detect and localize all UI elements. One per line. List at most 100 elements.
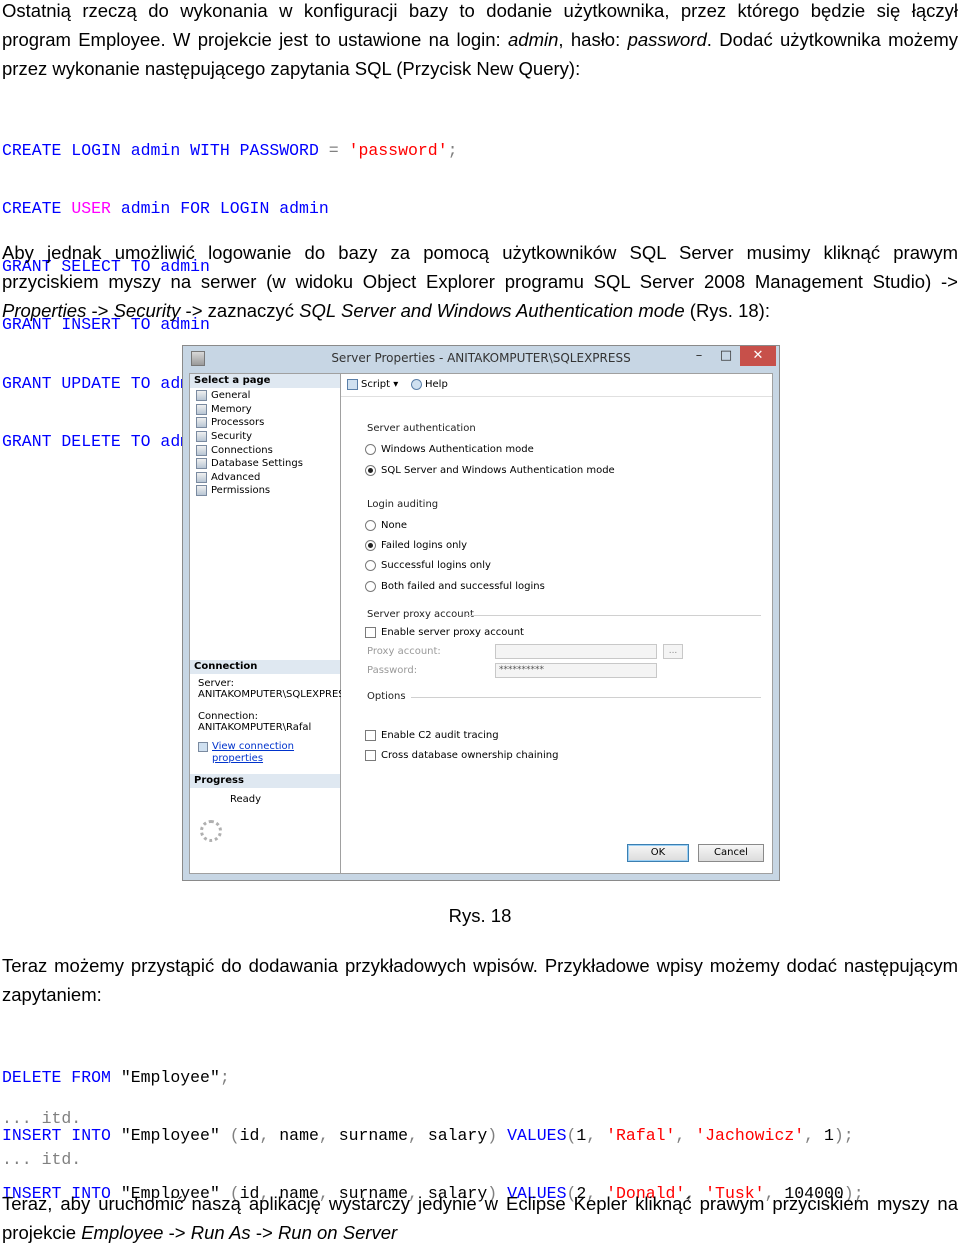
radio-button-selected: [365, 465, 376, 476]
page-advanced[interactable]: Advanced: [196, 471, 260, 484]
code-line: CREATE LOGIN admin WITH PASSWORD = 'pass…: [2, 140, 458, 160]
intro-text: program Employee. W projekcie jest to us…: [2, 29, 509, 50]
intro-paragraph: Ostatnią rzeczą do wykonania w konfigura…: [2, 0, 958, 83]
proxy-account-label: Proxy account:: [367, 646, 441, 657]
option-label: Successful logins only: [381, 560, 491, 571]
connection-header: Connection: [190, 660, 340, 674]
ok-button[interactable]: OK: [627, 844, 689, 862]
option-label: Cross database ownership chaining: [381, 750, 559, 761]
code-line: DELETE FROM "Employee";: [2, 1067, 230, 1087]
arrow-text: ->: [163, 1222, 191, 1243]
help-button[interactable]: Help: [411, 378, 448, 392]
mixed-auth-radio[interactable]: SQL Server and Windows Authentication mo…: [365, 464, 615, 477]
script-icon: [347, 379, 358, 390]
page-icon: [196, 485, 207, 496]
server-properties-dialog: Server Properties - ANITAKOMPUTER\SQLEXP…: [182, 345, 780, 881]
intro-text: , hasło:: [558, 29, 628, 50]
intro-text: . Dodać użytkownika możemy: [706, 29, 958, 50]
browse-button[interactable]: ...: [663, 644, 683, 659]
option-label: None: [381, 520, 408, 531]
audit-failed-radio[interactable]: Failed logins only: [365, 539, 467, 552]
page-icon: [196, 431, 207, 442]
left-pane: Select a page General Memory Processors …: [190, 374, 345, 873]
close-icon[interactable]: ✕: [740, 346, 776, 366]
proxy-group-label: Server proxy account: [367, 609, 474, 620]
connection-value: ANITAKOMPUTER\Rafal: [198, 722, 312, 733]
audit-both-radio[interactable]: Both failed and successful logins: [365, 580, 545, 593]
page-database-settings[interactable]: Database Settings: [196, 457, 303, 470]
audit-none-radio[interactable]: None: [365, 519, 407, 532]
password-field[interactable]: **********: [495, 663, 657, 678]
option-label: Failed logins only: [381, 540, 468, 551]
intro-line-1: Ostatnią rzeczą do wykonania w konfigura…: [2, 0, 958, 21]
option-label: Both failed and successful logins: [381, 581, 545, 592]
page-icon: [196, 404, 207, 415]
run-text: projekcie: [2, 1222, 82, 1243]
arrow-text: ->: [250, 1222, 278, 1243]
view-connection-properties-link[interactable]: View connection properties: [198, 741, 340, 765]
checkbox: [365, 750, 376, 761]
proxy-account-field[interactable]: [495, 644, 657, 659]
page-security[interactable]: Security: [196, 430, 252, 443]
progress-status: Ready: [230, 794, 262, 805]
progress-spinner-icon: [200, 820, 222, 842]
page-label: Advanced: [211, 472, 261, 483]
option-label: Enable server proxy account: [381, 627, 524, 638]
figure-ref: (Rys. 18):: [684, 300, 770, 321]
checkbox: [365, 627, 376, 638]
minimize-icon[interactable]: –: [686, 346, 712, 366]
menu-run-as: Run As: [190, 1222, 251, 1243]
select-page-header: Select a page: [190, 374, 340, 388]
sample-data-paragraph: Teraz możemy przystąpić do dodawania prz…: [2, 951, 958, 1009]
properties-paragraph: Aby jednak umożliwić logowanie do bazy z…: [2, 238, 958, 325]
ownership-chaining-checkbox[interactable]: Cross database ownership chaining: [365, 749, 558, 762]
intro-line-3: przez wykonanie następującego zapytania …: [2, 58, 581, 79]
enable-proxy-checkbox[interactable]: Enable server proxy account: [365, 626, 524, 639]
auth-mode-name: SQL Server and Windows Authentication mo…: [299, 300, 685, 321]
page-label: Connections: [211, 445, 273, 456]
page-memory[interactable]: Memory: [196, 403, 252, 416]
page-general[interactable]: General: [196, 389, 250, 402]
script-label: Script: [361, 379, 391, 390]
run-line-2: projekcie Employee -> Run As -> Run on S…: [2, 1218, 958, 1247]
c2-audit-checkbox[interactable]: Enable C2 audit tracing: [365, 729, 499, 742]
login-value: admin: [508, 29, 559, 50]
arrow-text: ->: [86, 300, 114, 321]
menu-path-security: Security: [113, 300, 181, 321]
page-label: Security: [211, 431, 253, 442]
script-button[interactable]: Script ▾: [347, 378, 398, 392]
page-icon: [196, 445, 207, 456]
menu-run-on-server: Run on Server: [277, 1222, 398, 1243]
project-name: Employee: [81, 1222, 164, 1243]
radio-button-selected: [365, 540, 376, 551]
group-divider: [466, 615, 761, 616]
code-line: CREATE USER admin FOR LOGIN admin: [2, 199, 329, 219]
progress-header: Progress: [190, 774, 340, 788]
chevron-down-icon: ▾: [393, 379, 399, 390]
page-icon: [196, 417, 207, 428]
page-connections[interactable]: Connections: [196, 444, 273, 457]
radio-button: [365, 581, 376, 592]
page-permissions[interactable]: Permissions: [196, 484, 270, 497]
server-auth-group-label: Server authentication: [367, 423, 476, 434]
page-label: General: [211, 390, 251, 401]
page-processors[interactable]: Processors: [196, 416, 264, 429]
radio-button: [365, 444, 376, 455]
properties-line-3: Properties -> Security -> zaznaczyć SQL …: [2, 296, 958, 325]
cancel-button[interactable]: Cancel: [698, 844, 764, 862]
page-label: Database Settings: [211, 458, 303, 469]
windows-auth-radio[interactable]: Windows Authentication mode: [365, 443, 534, 456]
dialog-client: Select a page General Memory Processors …: [189, 373, 773, 874]
maximize-icon[interactable]: □: [713, 346, 739, 366]
checkbox: [365, 730, 376, 741]
figure-caption: Rys. 18: [448, 905, 512, 926]
option-label: Windows Authentication mode: [381, 444, 534, 455]
link-text: View connection properties: [212, 741, 295, 764]
properties-line-1: Aby jednak umożliwić logowanie do bazy z…: [2, 242, 958, 263]
radio-button: [365, 560, 376, 571]
option-label: Enable C2 audit tracing: [381, 730, 499, 741]
option-label: SQL Server and Windows Authentication mo…: [381, 465, 615, 476]
page-icon: [196, 390, 207, 401]
page-icon: [196, 472, 207, 483]
audit-successful-radio[interactable]: Successful logins only: [365, 559, 491, 572]
